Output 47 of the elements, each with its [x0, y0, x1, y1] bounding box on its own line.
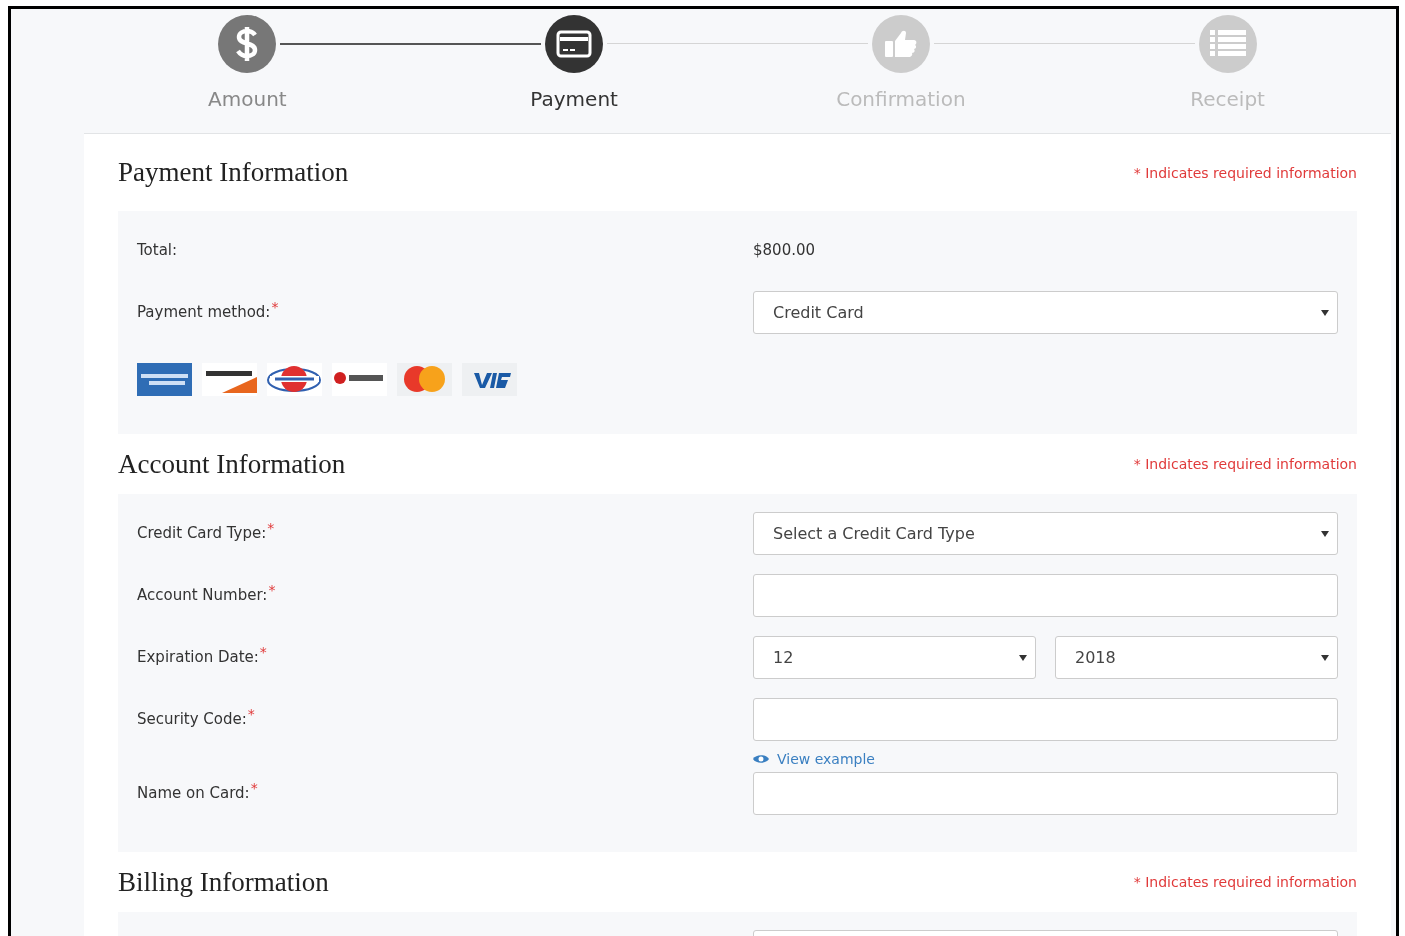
input-field[interactable]: [753, 772, 1338, 815]
card-logo-icon: [462, 363, 517, 396]
card-logo-icon: [137, 363, 192, 396]
select-field[interactable]: 2018: [1055, 636, 1338, 679]
required-mark: *: [267, 520, 275, 536]
dollar-icon: [236, 27, 259, 61]
input-field[interactable]: [753, 574, 1338, 617]
required-mark: *: [250, 780, 258, 796]
field-label: Account Number:: [137, 585, 268, 604]
required-note: * Indicates required information: [1133, 164, 1357, 181]
caret-icon: [1321, 309, 1329, 316]
credit-card-icon: [556, 30, 593, 58]
required-mark: *: [268, 582, 276, 598]
view-example-link[interactable]: View example: [753, 751, 875, 767]
section-title: Payment Information: [118, 157, 349, 188]
card-logo-icon: [397, 363, 452, 396]
step-label: Amount: [208, 87, 287, 111]
eye-icon: [753, 754, 769, 764]
field-label: Name on Card:: [137, 783, 250, 802]
thumbs-up-icon: [884, 29, 917, 59]
list-icon: [1209, 30, 1246, 58]
required-note: * Indicates required information: [1133, 456, 1357, 472]
field-label: Total:: [137, 240, 178, 259]
select-field[interactable]: Credit Card: [753, 291, 1338, 334]
input-field[interactable]: [753, 698, 1338, 741]
card-logo-icon: [332, 363, 387, 396]
card-logo-icon: [267, 363, 322, 396]
required-mark: *: [271, 299, 279, 315]
total-value: $800.00: [753, 240, 816, 259]
step-label: Receipt: [1190, 87, 1265, 111]
step-label: Payment: [530, 87, 618, 111]
required-mark: *: [247, 706, 255, 722]
section-title: Account Information: [118, 448, 346, 480]
caret-icon: [1321, 654, 1329, 661]
field-label: Security Code:: [137, 709, 247, 728]
select-field[interactable]: 12: [753, 636, 1036, 679]
required-note: * Indicates required information: [1133, 874, 1357, 890]
section-title: Billing Information: [118, 866, 329, 898]
field-label: Expiration Date:: [137, 647, 259, 666]
select-field[interactable]: Select a Credit Card Type: [753, 512, 1338, 555]
caret-icon: [1321, 530, 1329, 537]
field-label: Credit Card Type:: [137, 523, 267, 542]
caret-icon: [1019, 654, 1027, 661]
card-logo-icon: [202, 363, 257, 396]
required-mark: *: [259, 644, 267, 660]
step-label: Confirmation: [836, 87, 966, 111]
field-label: Payment method:: [137, 302, 271, 321]
